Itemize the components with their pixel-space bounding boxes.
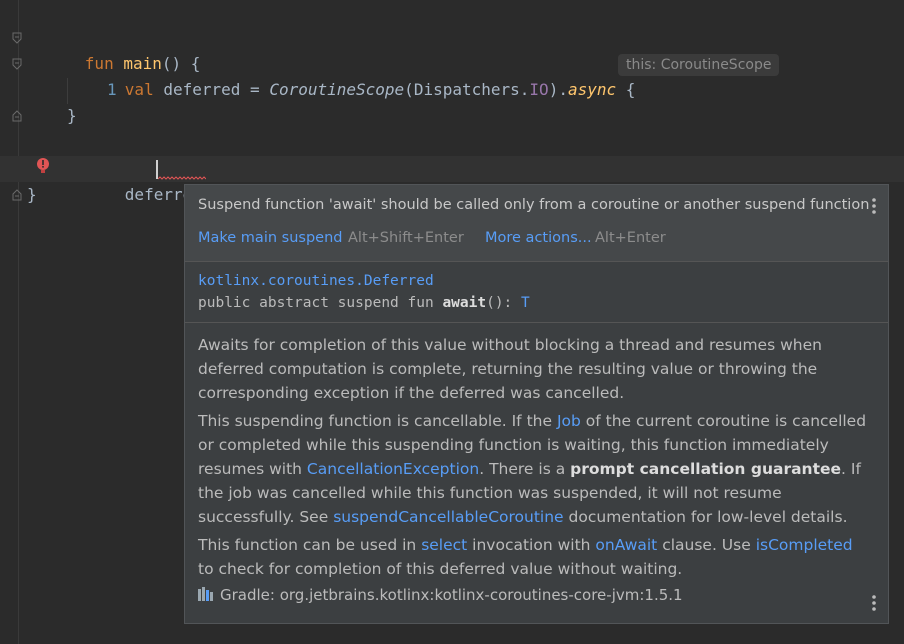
- fold-open-icon[interactable]: [11, 58, 23, 70]
- inlay-hint: this: CoroutineScope: [618, 54, 780, 76]
- closing-brace: }: [67, 106, 77, 125]
- decl-type-link[interactable]: T: [521, 295, 530, 311]
- decl-prefix: public abstract suspend fun: [198, 295, 443, 311]
- job-link[interactable]: Job: [557, 412, 581, 430]
- doc-paragraph-3: This function can be used in select invo…: [198, 533, 868, 581]
- package-link[interactable]: kotlinx.coroutines.Deferred: [198, 273, 434, 289]
- number-literal: 1: [107, 80, 117, 99]
- library-icon: [198, 587, 213, 601]
- fold-open-icon[interactable]: [11, 32, 23, 44]
- doc-text: This suspending function is cancellable.…: [198, 412, 557, 430]
- error-underline: [158, 176, 206, 180]
- doc-text: This function can be used in: [198, 536, 422, 554]
- quick-doc-popup[interactable]: Suspend function 'await' should be calle…: [184, 184, 889, 624]
- decl-mid: ():: [486, 295, 522, 311]
- doc-text: invocation with: [467, 536, 596, 554]
- doc-paragraph-1: Awaits for completion of this value with…: [198, 336, 822, 402]
- doc-text: . There is a: [479, 460, 571, 478]
- doc-paragraph-2: This suspending function is cancellable.…: [198, 409, 868, 529]
- more-options-icon[interactable]: [872, 594, 876, 612]
- signature-section: kotlinx.coroutines.Deferred public abstr…: [185, 261, 888, 323]
- more-actions-shortcut: Alt+Enter: [595, 230, 666, 246]
- doc-text: clause. Use: [657, 536, 756, 554]
- doc-text: to check for completion of this deferred…: [198, 560, 683, 578]
- declaration: public abstract suspend fun await(): T: [198, 295, 530, 311]
- cancellation-exception-link[interactable]: CancellationException: [307, 460, 479, 478]
- gradle-library: Gradle: org.jetbrains.kotlinx:kotlinx-co…: [198, 586, 683, 604]
- error-section: Suspend function 'await' should be calle…: [185, 185, 888, 262]
- fold-close-icon[interactable]: [11, 110, 23, 122]
- code-line-3[interactable]: 1: [0, 77, 904, 103]
- make-main-suspend-shortcut: Alt+Shift+Enter: [348, 230, 464, 246]
- on-await-link[interactable]: onAwait: [595, 536, 657, 554]
- closing-brace: }: [27, 185, 37, 204]
- error-bulb-icon[interactable]: [35, 157, 51, 175]
- more-actions-action[interactable]: More actions...: [485, 230, 592, 246]
- documentation: Awaits for completion of this value with…: [198, 333, 868, 585]
- decl-name: await: [442, 295, 487, 311]
- make-main-suspend-action[interactable]: Make main suspend: [198, 230, 342, 246]
- suspend-cancellable-coroutine-link[interactable]: suspendCancellableCoroutine: [333, 508, 563, 526]
- error-message: Suspend function 'await' should be calle…: [198, 197, 870, 213]
- code-line-1[interactable]: fun main() {: [0, 25, 904, 73]
- more-options-icon[interactable]: [872, 197, 876, 215]
- code-line-4[interactable]: }: [0, 103, 904, 129]
- is-completed-link[interactable]: isCompleted: [756, 536, 853, 554]
- fold-close-icon[interactable]: [11, 189, 23, 201]
- code-line-5[interactable]: deferred.await(): [0, 156, 904, 204]
- select-link[interactable]: select: [421, 536, 467, 554]
- gradle-coordinates: Gradle: org.jetbrains.kotlinx:kotlinx-co…: [220, 586, 683, 604]
- doc-text: documentation for low-level details.: [563, 508, 848, 526]
- doc-bold: prompt cancellation guarantee: [570, 460, 842, 478]
